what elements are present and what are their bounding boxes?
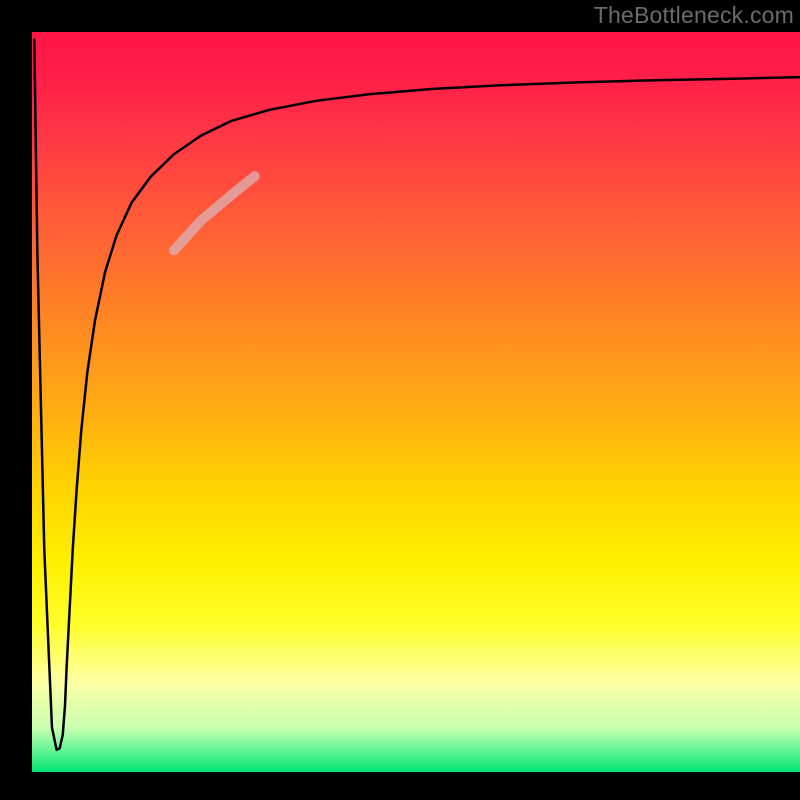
curve-svg [32,32,800,772]
watermark-text: TheBottleneck.com [594,2,794,29]
chart-stage: TheBottleneck.com [0,0,800,800]
plot-area [32,32,800,772]
main-curve [34,39,800,749]
highlight-curve [174,176,255,250]
